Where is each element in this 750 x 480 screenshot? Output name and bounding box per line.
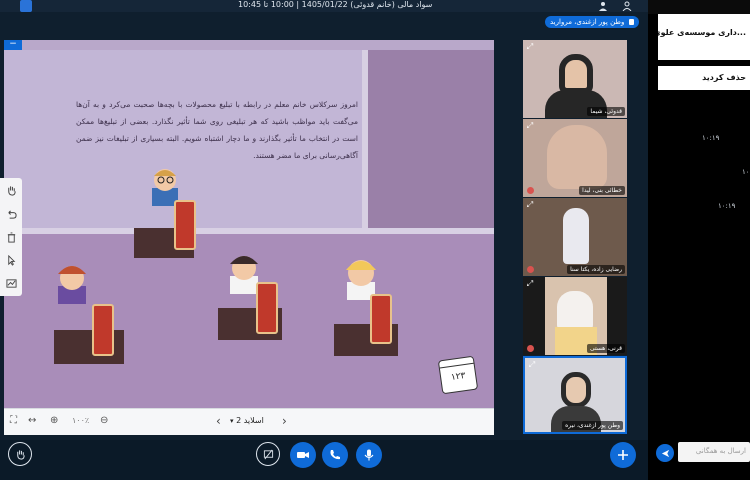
chevron-left-icon[interactable]: ‹ (216, 414, 228, 428)
webcam-person (563, 208, 589, 264)
product-can (174, 200, 196, 250)
chevron-right-icon[interactable]: › (282, 414, 294, 428)
participant-name: خطائی بنی، لیدا (579, 186, 625, 195)
camera-button[interactable] (290, 442, 316, 468)
chat-time: ۱۰:۱۹ (702, 134, 720, 142)
calendar-label: ۱۲۳ (450, 371, 467, 383)
chat-input-placeholder: ارسال به همگانی (695, 447, 746, 455)
slide-navigation-bar: ⛶ ↔ ⊕ ۱۰۰٪ ⊖ ‹ ▾ اسلاید 2 › (4, 408, 494, 435)
trash-icon[interactable] (2, 228, 20, 246)
chat-time: ۱۰:۱۹ (742, 168, 750, 176)
presentation-slide[interactable]: − امروز سرکلاس خانم معلم در رابطه با تبل… (4, 40, 494, 408)
webcam-tile[interactable]: ⤢ قدوئی، شیما (523, 40, 627, 118)
zoom-out-icon[interactable]: ⊖ (100, 415, 112, 427)
expand-icon[interactable]: ⤢ (525, 121, 535, 131)
webcam-tile[interactable]: ⤢ قرنی، هستی (523, 277, 627, 355)
phone-button[interactable] (322, 442, 348, 468)
chat-notice: حذف کردید (658, 66, 750, 90)
webcam-tile[interactable]: ⤢ وطن پور ازغندی، نیره (523, 356, 627, 434)
webcam-person (559, 54, 593, 94)
expand-icon[interactable]: ⤢ (525, 200, 535, 210)
chat-input[interactable]: ارسال به همگانی (678, 442, 750, 462)
chat-notice-text: حذف کردید (702, 73, 746, 82)
microphone-button[interactable] (356, 442, 382, 468)
hand-icon[interactable] (2, 181, 20, 199)
user-icon[interactable] (622, 1, 632, 12)
slide-select-label: اسلاید 2 (236, 416, 264, 425)
fullscreen-icon[interactable]: ⛶ (10, 415, 22, 427)
whiteboard-toolbar (0, 178, 22, 296)
lock-icon (628, 19, 634, 25)
expand-icon[interactable]: ⤢ (525, 42, 535, 52)
presenter-name: وطن پور ازغندی، مروارید (550, 18, 625, 26)
meeting-title: سواد مالی (خانم قدوئی) 1405/01/22 | 10:0… (238, 0, 433, 9)
webcam-person (561, 372, 591, 408)
product-can (370, 294, 392, 344)
zoom-level: ۱۰۰٪ (72, 416, 90, 425)
kid-figure (50, 260, 94, 304)
participant-name: وطن پور ازغندی، نیره (562, 421, 623, 430)
send-icon (661, 449, 669, 457)
chat-panel: ...داری موسسه‌ی علوی حذف کردید ۱۰:۱۹ ۱۰:… (648, 0, 750, 480)
zoom-in-icon[interactable]: ⊕ (50, 415, 62, 427)
mic-muted-icon (527, 345, 534, 352)
mic-muted-icon (527, 187, 534, 194)
chevron-down-icon: ▾ (230, 417, 234, 425)
product-can (256, 282, 278, 334)
fit-width-icon[interactable]: ↔ (28, 415, 40, 427)
phone-icon (330, 450, 340, 460)
hand-icon (16, 449, 25, 460)
microphone-icon (364, 449, 374, 461)
send-button[interactable] (656, 444, 674, 462)
product-can (92, 304, 114, 356)
slide-window-frame (362, 50, 368, 228)
screen-share-off-icon (263, 449, 273, 459)
chat-notice-text: ...داری موسسه‌ی علوی (658, 28, 746, 37)
calendar-icon: ۱۲۳ (437, 355, 479, 395)
chat-time: ۱۰:۱۹ (718, 202, 736, 210)
grid-icon[interactable] (20, 0, 32, 12)
mic-muted-icon (527, 266, 534, 273)
undo-icon[interactable] (2, 205, 20, 223)
add-button[interactable] (610, 442, 636, 468)
slide-window-panel (366, 50, 494, 228)
slide-text: امروز سرکلاس خانم معلم در رابطه با تبلیغ… (76, 100, 358, 160)
webcam-tile[interactable]: ⤢ رضایی زاده، یکتا سنا (523, 198, 627, 276)
chat-header-bar (648, 0, 750, 14)
participant-name: قدوئی، شیما (587, 107, 625, 116)
participant-name: رضایی زاده، یکتا سنا (567, 265, 625, 274)
users-icon[interactable] (598, 1, 608, 11)
presenter-badge: وطن پور ازغندی، مروارید (545, 16, 639, 28)
webcam-tile[interactable]: ⤢ خطائی بنی، لیدا (523, 119, 627, 197)
expand-icon[interactable]: ⤢ (527, 360, 537, 370)
participant-name: قرنی، هستی (586, 344, 625, 353)
collapse-slide-button[interactable]: − (4, 40, 22, 50)
webcam-person (547, 125, 607, 189)
chart-icon[interactable] (2, 274, 20, 292)
top-bar: سواد مالی (خانم قدوئی) 1405/01/22 | 10:0… (0, 0, 648, 12)
expand-icon[interactable]: ⤢ (525, 279, 535, 289)
raise-hand-button[interactable] (8, 442, 32, 466)
slide-select[interactable]: ▾ اسلاید 2 (230, 414, 264, 428)
pointer-icon[interactable] (2, 251, 20, 269)
video-icon (297, 452, 309, 458)
screen-share-button[interactable] (256, 442, 280, 466)
plus-icon (618, 450, 628, 460)
chat-notice: ...داری موسسه‌ی علوی (658, 14, 750, 60)
